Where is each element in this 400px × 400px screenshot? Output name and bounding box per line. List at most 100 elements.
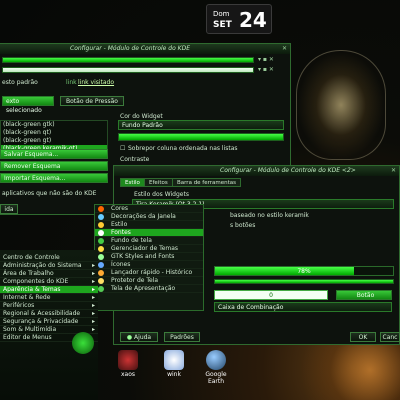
tab-effects[interactable]: Efeitos (144, 178, 173, 187)
submenu-item-label: Decorações da Janela (111, 213, 176, 220)
submenu-item[interactable]: Gerenciador de Temas (95, 245, 203, 253)
spin-arrows-icon-2[interactable]: ▾ ▪ ✕ (258, 66, 274, 73)
overlay-sorted-column-checkbox[interactable]: ☐ (120, 145, 125, 152)
kmenu-item-label: Aparência & Temas (3, 286, 61, 293)
kmenu-item[interactable]: Periféricos ▸ (0, 302, 98, 310)
submenu-item-label: Fundo de tela (111, 237, 152, 244)
submenu-item[interactable]: Tela de Apresentação (95, 285, 203, 293)
submenu-item-icon (98, 270, 104, 276)
submenu-item-label: Gerenciador de Temas (111, 245, 179, 252)
kmenu-item-label: Segurança & Privacidade (3, 318, 79, 325)
chevron-right-icon: ▸ (91, 302, 95, 309)
submenu-item-label: Cores (111, 205, 129, 212)
scheme-item[interactable]: (black-green gt) (1, 137, 107, 145)
submenu-item[interactable]: Lançador rápido - Histórico (95, 269, 203, 277)
submenu-item-icon (98, 246, 104, 252)
submenu-item[interactable]: Ícones (95, 261, 203, 269)
kmenu-item[interactable]: Centro de Controle (0, 254, 98, 262)
slider-track[interactable] (214, 279, 394, 284)
dock: xaos wink Google Earth (92, 350, 362, 400)
chevron-right-icon: ▸ (91, 310, 95, 317)
cancel-button[interactable]: Canc (380, 332, 400, 342)
submenu-item-icon (98, 214, 104, 220)
scheme-item[interactable]: (black-green qt) (1, 129, 107, 137)
sample-button[interactable]: Botão (336, 290, 392, 300)
progress-bar: 78% (214, 266, 394, 276)
kmenu-item-label: Componentes do KDE (3, 278, 69, 285)
submenu-item-icon (98, 278, 104, 284)
clock-day: 24 (239, 8, 267, 32)
visited-link-label[interactable]: link visitado (78, 79, 114, 86)
kmenu-item[interactable]: Aparência & Temas ▸ (0, 286, 98, 294)
keramik-note: baseado no estilo keramik (230, 212, 309, 219)
kmenu-panel: Centro de Controle Administração do Siste… (0, 250, 98, 400)
submenu-item[interactable]: Cores (95, 205, 203, 213)
submenu-item-icon (98, 230, 104, 236)
defaults-button[interactable]: Padrões (164, 332, 200, 342)
contrast-label: Contraste (120, 156, 150, 163)
kmenu-item-label: Internet & Rede (3, 294, 51, 301)
reset-label: esto padrão (2, 79, 38, 86)
close-icon-2[interactable]: ✕ (391, 166, 396, 176)
help-button[interactable]: ida (0, 204, 18, 214)
kmenu-item-label: Administração do Sistema (3, 262, 82, 269)
link-label[interactable]: link (66, 79, 77, 86)
dock-label: wink (167, 371, 181, 378)
spin-arrows-icon[interactable]: ▾ ▪ ✕ (258, 56, 274, 63)
ok-button[interactable]: OK (350, 332, 376, 342)
help-button-2[interactable]: ● Ajuda (120, 332, 158, 342)
combo-box[interactable]: Caixa de Combinação (214, 302, 392, 312)
submenu-item[interactable]: Fontes (95, 229, 203, 237)
submenu-item-icon (98, 286, 104, 292)
remove-scheme-button[interactable]: Remover Esquema (0, 161, 108, 171)
submenu-item[interactable]: Estilo (95, 221, 203, 229)
kmenu-item[interactable]: Componentes do KDE ▸ (0, 278, 98, 286)
dock-item-xaos[interactable]: xaos (108, 350, 148, 378)
xaos-icon (118, 350, 138, 370)
submenu-item[interactable]: GTK Styles and Fonts (95, 253, 203, 261)
submenu-item-icon (98, 222, 104, 228)
kmenu-item[interactable]: Área de Trabalho ▸ (0, 270, 98, 278)
tab-style[interactable]: Estilo (120, 178, 145, 187)
submenu-item[interactable]: Protetor de Tela (95, 277, 203, 285)
import-scheme-button[interactable]: Importar Esquema... (0, 173, 108, 183)
submenu-item[interactable]: Fundo de tela (95, 237, 203, 245)
dock-label: Google (205, 371, 227, 378)
desktop: Dom SET 24 Configurar - Módulo de Contro… (0, 0, 400, 400)
kmenu-item[interactable]: Segurança & Privacidade ▸ (0, 318, 98, 326)
scheme-item[interactable]: (black-green gtk) (1, 121, 107, 129)
chevron-right-icon: ▸ (91, 278, 95, 285)
clock-widget: Dom SET 24 (206, 4, 272, 34)
kmenu-item-label: Regional & Acessibilidade (3, 310, 81, 317)
appearance-submenu: Cores Decorações da Janela Estilo Fontes Fun… (94, 204, 204, 311)
help-label: Ajuda (134, 334, 152, 341)
buttons-note: s botões (230, 222, 256, 229)
progress-text: 78% (297, 268, 311, 275)
submenu-item-label: Protetor de Tela (111, 277, 159, 284)
chevron-right-icon: ▸ (91, 286, 95, 293)
widget-color-select[interactable]: Fundo Padrão (118, 120, 284, 130)
window-titlebar-2[interactable]: Configurar - Módulo de Controle do KDE <… (114, 166, 399, 176)
kde-logo-icon (72, 332, 94, 354)
kmenu-item[interactable]: Internet & Rede ▸ (0, 294, 98, 302)
kmenu-item[interactable]: Regional & Acessibilidade ▸ (0, 310, 98, 318)
pressed-button-sample[interactable]: Botão de Pressão (60, 96, 124, 106)
overlay-sorted-column-label: Sobrepor coluna ordenada nas listas (128, 145, 238, 152)
save-scheme-button[interactable]: Salvar Esquema... (0, 149, 108, 159)
jar-wallpaper (296, 50, 386, 160)
spin-box[interactable]: 0 (214, 290, 328, 300)
tab-toolbar[interactable]: Barra de ferramentas (172, 178, 242, 187)
chevron-right-icon: ▸ (91, 294, 95, 301)
chevron-right-icon: ▸ (91, 262, 95, 269)
window-titlebar[interactable]: Configurar - Módulo de Controle do KDE ✕ (0, 44, 290, 54)
close-icon[interactable]: ✕ (282, 44, 287, 54)
submenu-item[interactable]: Decorações da Janela (95, 213, 203, 221)
dock-item-wink[interactable]: wink (154, 350, 194, 378)
widget-color-swatch[interactable] (118, 133, 284, 141)
dock-label: Earth (207, 378, 225, 385)
help-icon: ● (126, 334, 135, 341)
color-preview-bar-2 (2, 67, 254, 73)
kmenu-item[interactable]: Administração do Sistema ▸ (0, 262, 98, 270)
dock-item-google-earth[interactable]: Google Earth (196, 350, 236, 385)
widget-color-label: Cor do Widget (120, 113, 163, 120)
